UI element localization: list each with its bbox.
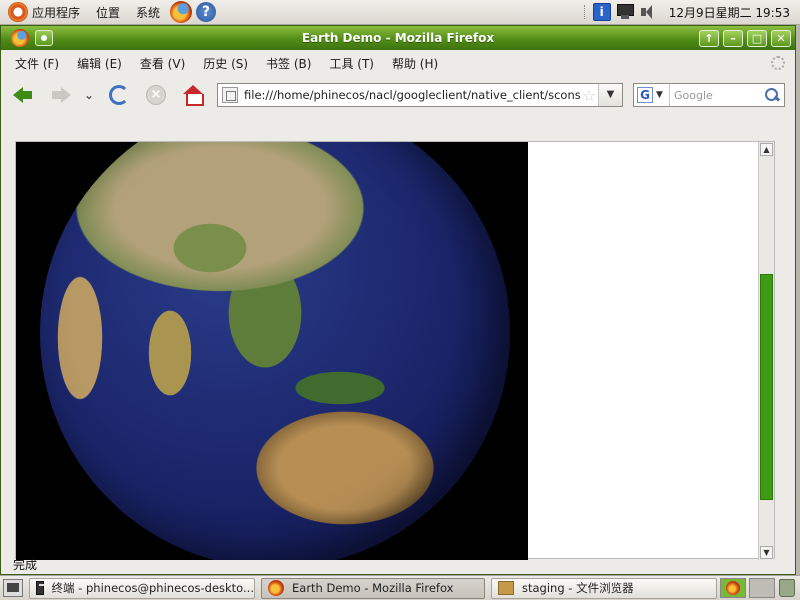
clock[interactable]: 12月9日星期二 19:53	[669, 4, 790, 21]
volume-icon[interactable]	[639, 3, 657, 21]
home-icon[interactable]	[182, 85, 204, 106]
url-bar[interactable]: file:///home/phinecos/nacl/googleclient/…	[217, 83, 623, 107]
reload-icon[interactable]	[109, 85, 129, 105]
menu-help[interactable]: 帮助 (H)	[392, 55, 438, 72]
applications-menu[interactable]: 应用程序	[32, 4, 80, 21]
help-launcher-icon[interactable]: ?	[196, 2, 217, 22]
task-label: 终端 - phinecos@phinecos-deskto...	[51, 581, 254, 595]
titlebar[interactable]: Earth Demo - Mozilla Firefox ↑ – □ ✕	[1, 26, 795, 50]
chevron-down-icon: ▼	[656, 90, 663, 100]
navigation-toolbar: ⌄ × file:///home/phinecos/nacl/googlecli…	[1, 77, 795, 113]
page-file-icon	[222, 87, 238, 103]
roll-up-button[interactable]: ↑	[699, 29, 719, 47]
task-firefox[interactable]: Earth Demo - Mozilla Firefox	[261, 577, 485, 599]
google-icon: G	[637, 87, 653, 103]
firefox-window-icon[interactable]	[11, 29, 29, 47]
top-panel: 应用程序 位置 系统 ? i 12月9日星期二 19:53	[0, 0, 800, 25]
background-window-edge	[796, 25, 800, 575]
earth-globe-image	[40, 142, 510, 560]
bottom-panel: 终端 - phinecos@phinecos-deskto... Earth D…	[0, 575, 800, 600]
menu-bookmarks[interactable]: 书签 (B)	[266, 55, 311, 72]
menu-history[interactable]: 历史 (S)	[203, 55, 248, 72]
tray-grip	[583, 5, 587, 19]
places-menu[interactable]: 位置	[96, 4, 120, 21]
page-content: ▲ ▼	[15, 141, 775, 560]
status-bar: 完成	[13, 558, 38, 572]
show-desktop-icon[interactable]	[3, 579, 23, 597]
star-icon[interactable]: ☆	[580, 86, 598, 105]
task-terminal[interactable]: 终端 - phinecos@phinecos-deskto...	[29, 577, 255, 599]
task-label: Earth Demo - Mozilla Firefox	[292, 581, 454, 595]
chevron-down-icon[interactable]: ⌄	[81, 84, 97, 106]
throbber-icon	[771, 56, 785, 70]
vertical-scrollbar[interactable]: ▲ ▼	[758, 142, 774, 560]
stop-icon[interactable]: ×	[146, 85, 166, 105]
magnifier-icon[interactable]	[763, 86, 781, 104]
window-controls: ↑ – □ ✕	[699, 29, 795, 47]
scroll-thumb[interactable]	[760, 274, 773, 500]
menu-view[interactable]: 查看 (V)	[140, 55, 185, 72]
system-tray: i 12月9日星期二 19:53	[583, 3, 800, 21]
system-menu[interactable]: 系统	[136, 4, 160, 21]
info-icon[interactable]: i	[592, 3, 611, 21]
minimize-button[interactable]: –	[723, 29, 743, 47]
menu-edit[interactable]: 编辑 (E)	[77, 55, 122, 72]
earth-demo-canvas[interactable]	[16, 142, 528, 560]
ubuntu-logo-icon[interactable]	[8, 2, 28, 22]
menu-file[interactable]: 文件 (F)	[15, 55, 59, 72]
url-input[interactable]: file:///home/phinecos/nacl/googleclient/…	[244, 88, 580, 102]
workspace-1[interactable]	[720, 578, 746, 598]
close-button[interactable]: ✕	[771, 29, 791, 47]
task-label: staging - 文件浏览器	[522, 581, 634, 595]
url-dropdown-icon[interactable]: ▼	[598, 84, 622, 106]
trash-icon[interactable]	[779, 579, 795, 597]
terminal-icon	[36, 581, 44, 595]
window-menu-button[interactable]	[35, 30, 53, 46]
forward-arrow-icon[interactable]	[49, 84, 73, 106]
menubar: 文件 (F) 编辑 (E) 查看 (V) 历史 (S) 书签 (B) 工具 (T…	[1, 50, 795, 77]
network-icon[interactable]	[615, 3, 635, 21]
search-engine-selector[interactable]: G ▼	[634, 84, 670, 106]
firefox-icon	[268, 580, 284, 596]
search-input[interactable]	[670, 88, 763, 102]
firefox-window: Earth Demo - Mozilla Firefox ↑ – □ ✕ 文件 …	[0, 25, 796, 575]
firefox-launcher-icon[interactable]	[170, 1, 193, 23]
menu-tools[interactable]: 工具 (T)	[329, 55, 374, 72]
task-file-browser[interactable]: staging - 文件浏览器	[491, 577, 717, 599]
window-title: Earth Demo - Mozilla Firefox	[301, 31, 495, 45]
back-arrow-icon[interactable]	[11, 84, 35, 106]
bookmarks-toolbar	[1, 113, 795, 137]
workspace-2[interactable]	[749, 578, 775, 598]
search-bar: G ▼	[633, 83, 785, 107]
folder-icon	[498, 581, 514, 595]
maximize-button[interactable]: □	[747, 29, 767, 47]
scroll-up-icon[interactable]: ▲	[760, 143, 773, 156]
